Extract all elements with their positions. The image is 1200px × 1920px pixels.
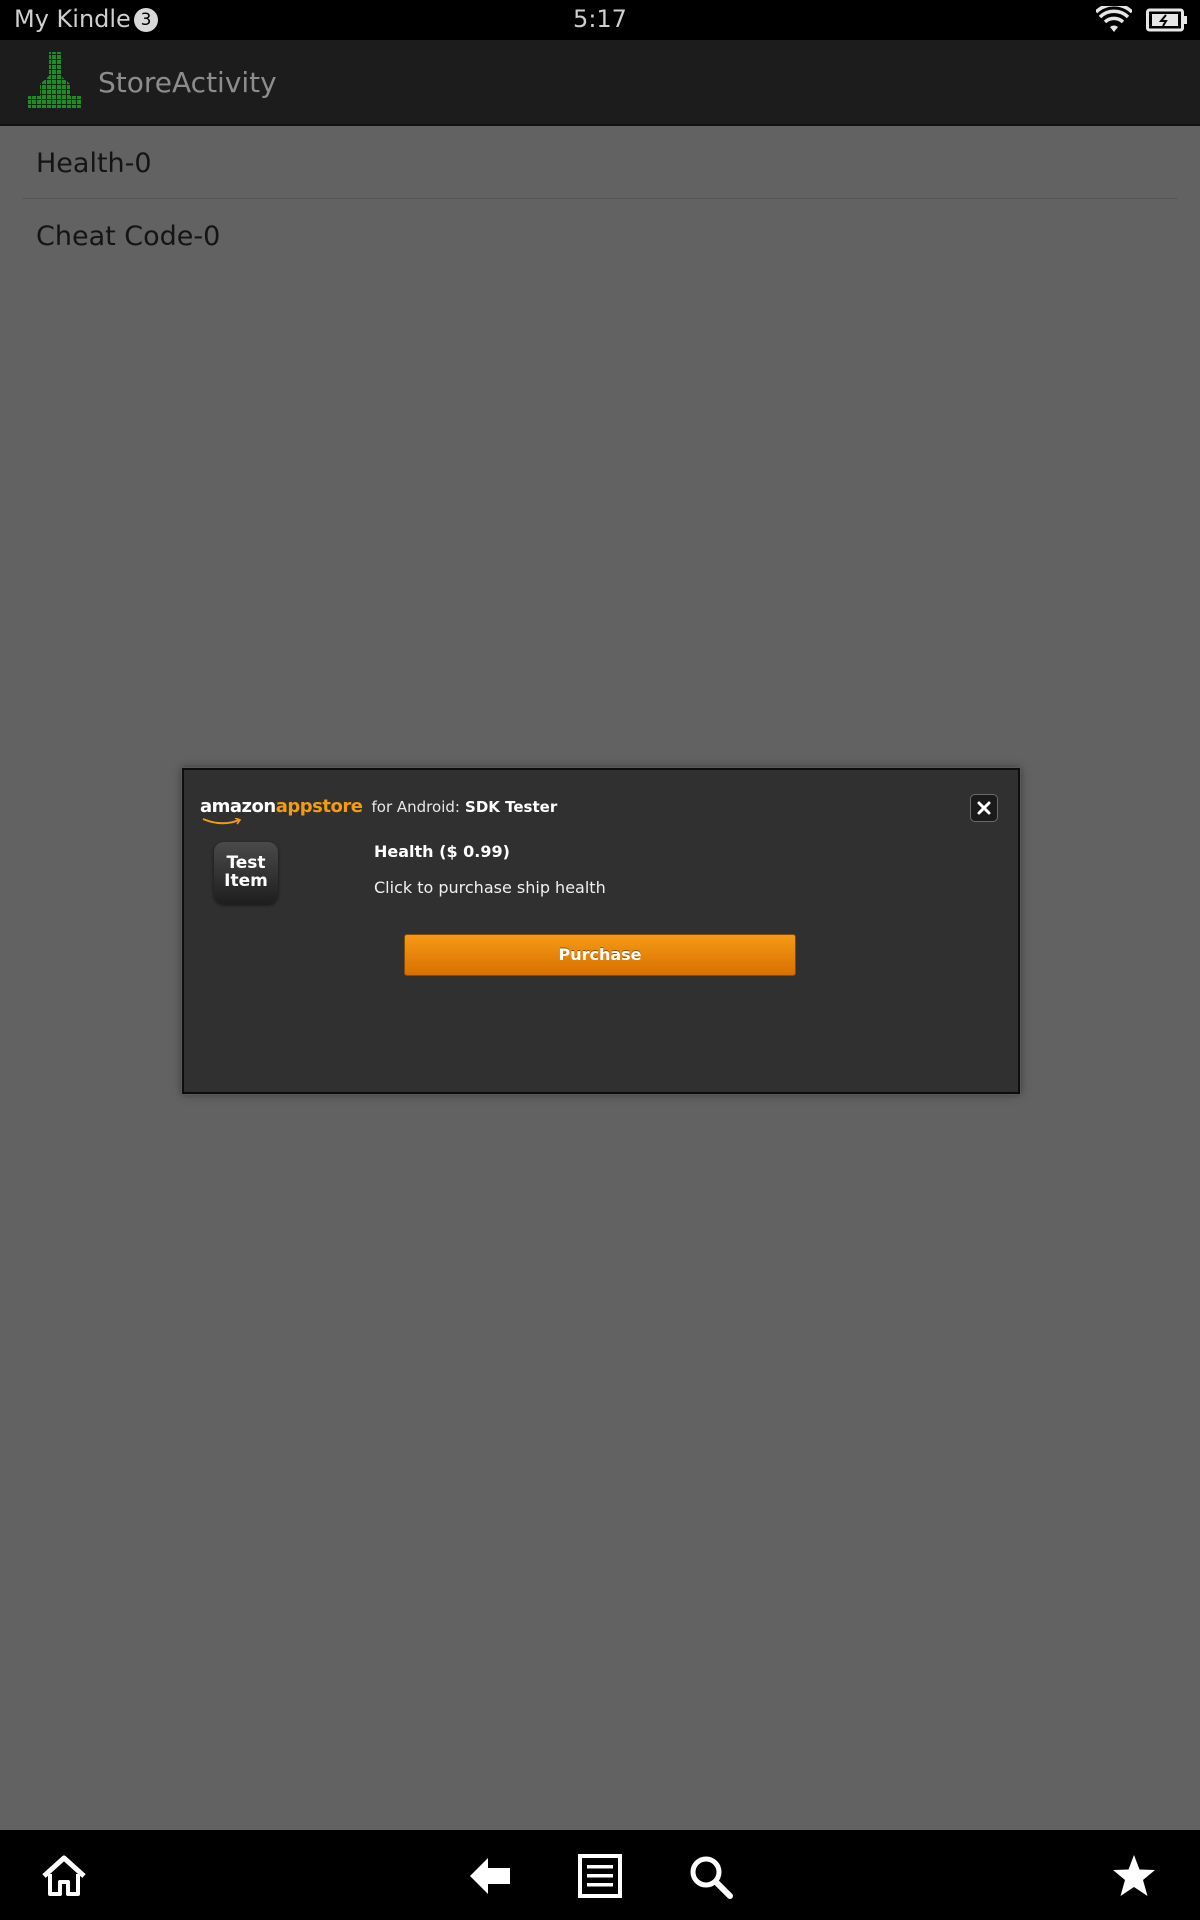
nav-bar bbox=[0, 1830, 1200, 1920]
amazon-smile-icon bbox=[202, 818, 242, 825]
list-item-cheat-code[interactable]: Cheat Code-0 bbox=[22, 199, 1178, 271]
battery-icon bbox=[1146, 8, 1187, 32]
app-title: StoreActivity bbox=[98, 66, 277, 99]
brand-for-label: for Android: bbox=[371, 798, 460, 816]
item-description: Click to purchase ship health bbox=[374, 878, 606, 897]
test-item-thumbnail: Test Item bbox=[214, 842, 278, 904]
dialog-header: amazonappstore for Android: SDK Tester bbox=[200, 796, 558, 825]
purchase-dialog: amazonappstore for Android: SDK Tester T… bbox=[181, 767, 1021, 1095]
wifi-icon bbox=[1096, 6, 1132, 32]
home-icon[interactable] bbox=[40, 1852, 88, 1900]
app-icon[interactable] bbox=[22, 50, 88, 114]
appstore-logo: appstore bbox=[275, 796, 363, 817]
test-item-line1: Test bbox=[226, 853, 266, 873]
product-list: Health-0 Cheat Code-0 bbox=[0, 126, 1200, 271]
app-name: SDK Tester bbox=[465, 798, 558, 816]
list-item-label: Health-0 bbox=[36, 148, 152, 179]
close-button[interactable] bbox=[970, 794, 998, 822]
favorites-icon[interactable] bbox=[1110, 1852, 1158, 1900]
list-item-health[interactable]: Health-0 bbox=[22, 126, 1178, 199]
status-bar: My Kindle 3 5:17 bbox=[0, 0, 1200, 40]
status-time: 5:17 bbox=[573, 5, 627, 33]
item-title: Health ($ 0.99) bbox=[374, 842, 510, 861]
purchase-button[interactable]: Purchase bbox=[404, 934, 796, 976]
action-bar: StoreActivity bbox=[0, 40, 1200, 126]
menu-icon[interactable] bbox=[576, 1852, 624, 1900]
close-icon bbox=[977, 801, 991, 815]
list-item-label: Cheat Code-0 bbox=[36, 221, 221, 252]
search-icon[interactable] bbox=[686, 1852, 734, 1900]
amazon-logo: amazon bbox=[200, 796, 276, 817]
test-item-line2: Item bbox=[224, 871, 268, 891]
back-icon[interactable] bbox=[466, 1852, 514, 1900]
